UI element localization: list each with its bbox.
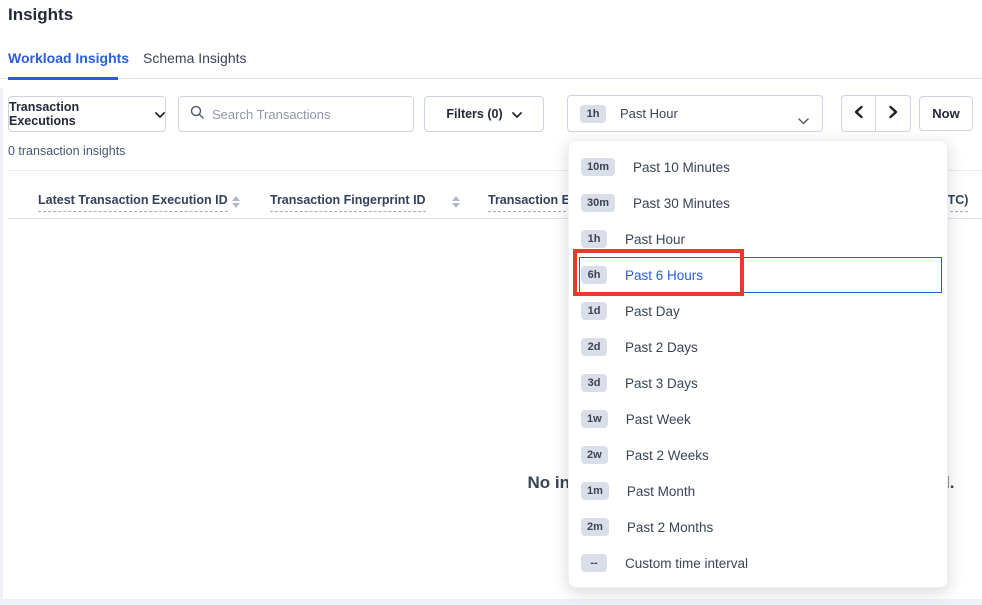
time-option-past-30-minutes[interactable]: 30m Past 30 Minutes (569, 185, 947, 221)
next-interval-button[interactable] (875, 95, 911, 132)
workload-type-label: Transaction Executions (9, 100, 146, 128)
search-icon (190, 105, 204, 124)
time-option-badge: 1h (581, 230, 607, 248)
time-option-badge: 10m (581, 158, 615, 176)
time-interval-select[interactable]: 1h Past Hour (567, 95, 823, 132)
time-option-label: Past 30 Minutes (633, 196, 730, 211)
time-option-label: Past Day (625, 304, 680, 319)
search-box[interactable] (178, 96, 414, 132)
time-interval-label: Past Hour (620, 106, 678, 121)
time-option-past-10-minutes[interactable]: 10m Past 10 Minutes (569, 149, 947, 185)
filters-label: Filters (0) (446, 107, 502, 121)
time-option-badge: 1w (581, 410, 608, 428)
chevron-right-icon (887, 105, 899, 122)
column-header-latest-transaction-execution-id[interactable]: Latest Transaction Execution ID (38, 193, 228, 212)
time-option-badge: 1m (581, 482, 609, 500)
now-button[interactable]: Now (919, 96, 973, 131)
time-option-badge: 30m (581, 194, 615, 212)
time-option-past-day[interactable]: 1d Past Day (569, 293, 947, 329)
time-interval-badge: 1h (580, 105, 606, 123)
chevron-down-icon (155, 107, 165, 121)
time-option-label: Past 3 Days (625, 376, 698, 391)
time-option-badge: 6h (581, 266, 607, 284)
time-option-past-2-months[interactable]: 2m Past 2 Months (569, 509, 947, 545)
chevron-left-icon (853, 105, 865, 122)
page-title: Insights (8, 5, 73, 25)
chevron-down-icon (798, 112, 809, 130)
time-option-label: Past 2 Weeks (626, 448, 709, 463)
time-option-label: Past 6 Hours (625, 268, 703, 283)
tab-schema-insights[interactable]: Schema Insights (143, 50, 247, 66)
viewport-left-edge (0, 88, 3, 605)
tab-bar: Workload Insights Schema Insights (0, 42, 982, 79)
now-label: Now (932, 106, 959, 121)
sort-icon[interactable] (452, 196, 460, 208)
time-option-badge: 2d (581, 338, 607, 356)
time-option-label: Past Week (626, 412, 691, 427)
time-option-past-3-days[interactable]: 3d Past 3 Days (569, 365, 947, 401)
time-option-past-hour[interactable]: 1h Past Hour (569, 221, 947, 257)
time-option-label: Past 2 Months (627, 520, 713, 535)
time-option-label: Past 10 Minutes (633, 160, 730, 175)
time-option-badge: 2w (581, 446, 608, 464)
time-option-badge: 1d (581, 302, 607, 320)
column-header-transaction-fingerprint-id[interactable]: Transaction Fingerprint ID (270, 193, 426, 212)
search-input[interactable] (212, 107, 402, 122)
time-option-label: Past 2 Days (625, 340, 698, 355)
tab-workload-insights[interactable]: Workload Insights (8, 50, 129, 66)
chevron-down-icon (512, 107, 522, 121)
time-option-past-week[interactable]: 1w Past Week (569, 401, 947, 437)
time-option-label: Past Hour (625, 232, 685, 247)
time-interval-dropdown: 10m Past 10 Minutes 30m Past 30 Minutes … (568, 140, 948, 588)
insights-count: 0 transaction insights (8, 144, 125, 158)
time-option-badge: -- (581, 554, 607, 572)
sort-icon[interactable] (232, 196, 240, 208)
time-option-past-month[interactable]: 1m Past Month (569, 473, 947, 509)
time-option-past-2-days[interactable]: 2d Past 2 Days (569, 329, 947, 365)
filters-button[interactable]: Filters (0) (424, 96, 544, 132)
viewport-bottom-edge (0, 599, 982, 605)
time-option-past-2-weeks[interactable]: 2w Past 2 Weeks (569, 437, 947, 473)
workload-type-select[interactable]: Transaction Executions (8, 96, 166, 132)
time-option-label: Past Month (627, 484, 695, 499)
time-option-custom-time-interval[interactable]: -- Custom time interval (569, 545, 947, 581)
previous-interval-button[interactable] (841, 95, 877, 132)
time-option-past-6-hours[interactable]: 6h Past 6 Hours (569, 257, 947, 293)
time-option-label: Custom time interval (625, 556, 748, 571)
time-option-badge: 3d (581, 374, 607, 392)
time-option-badge: 2m (581, 518, 609, 536)
